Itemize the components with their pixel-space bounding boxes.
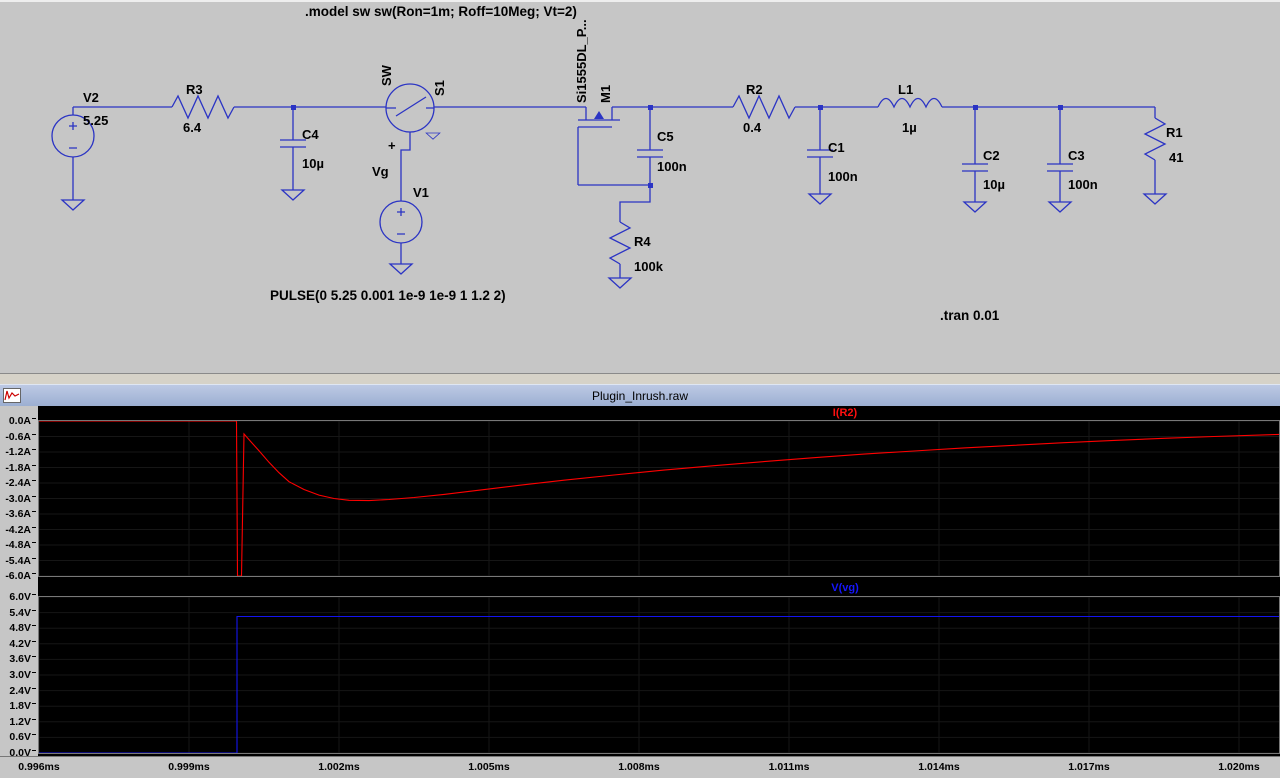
- y-tick-label: -4.2A: [0, 524, 36, 536]
- c5-label[interactable]: C5: [657, 129, 674, 144]
- y-tick-label: -1.2A: [0, 447, 36, 458]
- c1-value[interactable]: 100n: [828, 169, 858, 184]
- pulse-directive[interactable]: PULSE(0 5.25 0.001 1e-9 1e-9 1 1.2 2): [270, 288, 506, 303]
- c3-label[interactable]: C3: [1068, 148, 1085, 163]
- x-tick-label: 1.011ms: [768, 761, 810, 773]
- y-tick-label: 2.4V: [0, 685, 36, 697]
- c3-value[interactable]: 100n: [1068, 177, 1098, 192]
- y-tick-label: 3.0V: [0, 670, 36, 681]
- m1-label[interactable]: M1: [598, 85, 613, 103]
- r4-label[interactable]: R4: [634, 234, 651, 249]
- vg-label[interactable]: Vg: [372, 164, 389, 179]
- y-tick-label: -0.6A: [0, 431, 36, 443]
- window-divider: [0, 373, 1280, 384]
- r1-value[interactable]: 41: [1169, 150, 1183, 165]
- v2-label[interactable]: V2: [83, 90, 99, 105]
- y-tick-label: -3.0A: [0, 493, 36, 505]
- y-tick-label: -2.4A: [0, 478, 36, 489]
- tran-directive[interactable]: .tran 0.01: [940, 308, 1000, 323]
- current-plot-canvas[interactable]: [39, 421, 1279, 576]
- current-plot-pane[interactable]: [38, 420, 1280, 577]
- y-tick-label: 0.0A: [0, 416, 36, 427]
- y-tick-label: -3.6A: [0, 509, 36, 520]
- x-tick-label: 0.996ms: [18, 761, 60, 773]
- ground-symbol[interactable]: [808, 193, 832, 205]
- r1-symbol[interactable]: [1143, 107, 1167, 205]
- x-tick-label: 1.014ms: [918, 761, 960, 773]
- r3-label[interactable]: R3: [186, 82, 203, 97]
- ground-symbol[interactable]: [1143, 193, 1167, 205]
- y-tick-label: 0.6V: [0, 732, 36, 743]
- v1-symbol[interactable]: [379, 200, 423, 275]
- c2-label[interactable]: C2: [983, 148, 1000, 163]
- switch-ground-symbol[interactable]: [425, 132, 441, 140]
- y-tick-label: 3.6V: [0, 654, 36, 665]
- junction-dots: [291, 105, 1063, 188]
- r1-label[interactable]: R1: [1166, 125, 1183, 140]
- x-tick-label: 1.020ms: [1218, 761, 1260, 773]
- l1-symbol[interactable]: [877, 97, 943, 109]
- schematic-editor[interactable]: V2 5.25 R3 6.4 C4 10µ SW S1 + Vg V1 Si15…: [0, 0, 1280, 373]
- l1-value[interactable]: 1µ: [902, 120, 917, 135]
- y-tick-label: -1.8A: [0, 462, 36, 474]
- r3-symbol[interactable]: [171, 94, 235, 120]
- v2-value[interactable]: 5.25: [83, 113, 108, 128]
- c2-value[interactable]: 10µ: [983, 177, 1005, 192]
- switch-plus-label: +: [388, 138, 396, 153]
- ground-symbol[interactable]: [281, 189, 305, 201]
- voltage-plot-pane[interactable]: [38, 596, 1280, 754]
- m1-mosfet-symbol[interactable]: [577, 107, 650, 186]
- c1-label[interactable]: C1: [828, 140, 845, 155]
- c1-symbol[interactable]: [807, 107, 833, 205]
- r3-value[interactable]: 6.4: [183, 120, 202, 135]
- c5-value[interactable]: 100n: [657, 159, 687, 174]
- r2-label[interactable]: R2: [746, 82, 763, 97]
- trace-label-vvg[interactable]: V(vg): [831, 582, 859, 594]
- x-tick-label: 1.017ms: [1068, 761, 1110, 773]
- trace-label-ir2[interactable]: I(R2): [833, 407, 857, 419]
- y-tick-label: -6.0A: [0, 571, 36, 582]
- model-directive[interactable]: .model sw sw(Ron=1m; Roff=10Meg; Vt=2): [305, 4, 577, 19]
- sw-label[interactable]: SW: [379, 64, 394, 86]
- y-tick-label: -5.4A: [0, 555, 36, 567]
- waveform-window-icon[interactable]: [3, 388, 21, 403]
- r4-value[interactable]: 100k: [634, 259, 664, 274]
- y-tick-label: 6.0V: [0, 592, 36, 603]
- ltspice-window: V2 5.25 R3 6.4 C4 10µ SW S1 + Vg V1 Si15…: [0, 0, 1280, 778]
- c4-value[interactable]: 10µ: [302, 156, 324, 171]
- x-axis-strip: 0.996ms 0.999ms 1.002ms 1.005ms 1.008ms 1.011…: [0, 756, 1280, 778]
- y-tick-label: 5.4V: [0, 607, 36, 619]
- ground-symbol[interactable]: [389, 263, 413, 275]
- waveform-viewer[interactable]: 0.996ms 0.999ms 1.002ms 1.005ms 1.008ms 1.011…: [0, 406, 1280, 778]
- r2-symbol[interactable]: [732, 94, 796, 120]
- m1-model-label[interactable]: Si1555DL_P...: [574, 19, 589, 103]
- waveform-titlebar[interactable]: Plugin_Inrush.raw: [0, 384, 1280, 406]
- ground-symbol[interactable]: [1048, 201, 1072, 213]
- r2-value[interactable]: 0.4: [743, 120, 762, 135]
- x-tick-label: 0.999ms: [168, 761, 210, 773]
- ground-symbol[interactable]: [608, 277, 632, 289]
- x-tick-label: 1.005ms: [468, 761, 510, 773]
- y-tick-label: 4.2V: [0, 638, 36, 650]
- y-tick-label: 4.8V: [0, 623, 36, 634]
- ground-symbol[interactable]: [963, 201, 987, 213]
- c4-label[interactable]: C4: [302, 127, 319, 142]
- y-tick-label: 1.8V: [0, 701, 36, 712]
- x-tick-label: 1.008ms: [618, 761, 660, 773]
- x-tick-label: 1.002ms: [318, 761, 360, 773]
- y-tick-label: -4.8A: [0, 540, 36, 551]
- l1-label[interactable]: L1: [898, 82, 913, 97]
- ground-symbol[interactable]: [61, 199, 85, 211]
- schematic-canvas[interactable]: V2 5.25 R3 6.4 C4 10µ SW S1 + Vg V1 Si15…: [0, 2, 1280, 373]
- v1-label[interactable]: V1: [413, 185, 429, 200]
- voltage-plot-canvas[interactable]: [39, 597, 1279, 753]
- s1-label[interactable]: S1: [432, 80, 447, 96]
- y-tick-label: 1.2V: [0, 716, 36, 728]
- trace-vvg: [39, 615, 1279, 753]
- y-tick-label: 0.0V: [0, 748, 36, 759]
- waveform-window-title: Plugin_Inrush.raw: [591, 388, 689, 403]
- c4-symbol[interactable]: [280, 107, 306, 201]
